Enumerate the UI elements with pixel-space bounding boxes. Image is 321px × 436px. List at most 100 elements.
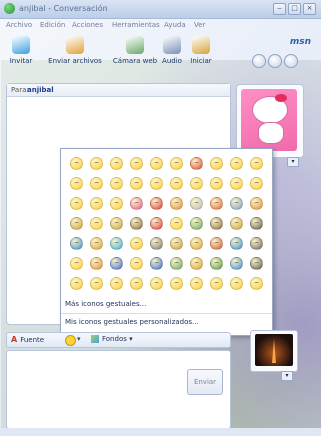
emoticon-icon[interactable]: [130, 157, 143, 170]
minimize-button[interactable]: ‒: [273, 3, 286, 15]
my-picture-dropdown[interactable]: ▾: [281, 371, 293, 381]
emoticon-icon[interactable]: [190, 157, 203, 170]
emoticon-icon[interactable]: [130, 197, 143, 210]
recipient-bar: Para: anjibal: [7, 84, 230, 97]
emoticon-icon[interactable]: [230, 217, 243, 230]
block-contact-icon[interactable]: [252, 54, 266, 68]
webcam-button[interactable]: Cámara web: [112, 36, 158, 65]
emoticon-icon[interactable]: [110, 197, 123, 210]
menu-item-acciones[interactable]: Acciones: [72, 21, 103, 29]
emoticon-icon[interactable]: [70, 197, 83, 210]
emoticon-icon[interactable]: [110, 217, 123, 230]
emoticon-icon[interactable]: [210, 177, 223, 190]
emoticon-icon[interactable]: [150, 237, 163, 250]
emoticon-icon[interactable]: [230, 237, 243, 250]
emoticon-icon[interactable]: [150, 177, 163, 190]
emoticon-icon[interactable]: [90, 217, 103, 230]
emoticon-icon[interactable]: [90, 257, 103, 270]
audio-button[interactable]: Audio: [160, 36, 184, 65]
emoticon-icon[interactable]: [250, 277, 263, 290]
emoticon-icon[interactable]: [90, 277, 103, 290]
emoticon-icon[interactable]: [210, 277, 223, 290]
settings-icon[interactable]: [284, 54, 298, 68]
emoticon-icon[interactable]: [90, 157, 103, 170]
send-files-button[interactable]: Enviar archivos: [46, 36, 104, 65]
start-button[interactable]: Iniciar: [188, 36, 214, 65]
font-button[interactable]: A Fuente: [11, 335, 44, 344]
contact-display-picture[interactable]: ▾: [236, 84, 304, 167]
emoticon-icon[interactable]: [250, 157, 263, 170]
emoticon-icon[interactable]: [250, 257, 263, 270]
emoticon-icon[interactable]: [210, 197, 223, 210]
emoticon-icon[interactable]: [190, 177, 203, 190]
emoticon-icon[interactable]: [130, 257, 143, 270]
emoticon-icon[interactable]: [170, 177, 183, 190]
emoticon-icon[interactable]: [70, 277, 83, 290]
menu-item-edicion[interactable]: Edición: [40, 21, 65, 29]
contact-picture-dropdown[interactable]: ▾: [287, 157, 299, 167]
emoticon-icon[interactable]: [70, 177, 83, 190]
my-display-picture[interactable]: ▾: [250, 330, 298, 381]
emoticon-icon[interactable]: [70, 217, 83, 230]
emoticon-icon[interactable]: [170, 157, 183, 170]
emoticon-icon[interactable]: [90, 177, 103, 190]
emoticon-icon[interactable]: [250, 177, 263, 190]
emoticon-icon[interactable]: [150, 157, 163, 170]
emoticon-icon[interactable]: [150, 257, 163, 270]
emoticon-icon[interactable]: [170, 197, 183, 210]
invite-button[interactable]: Invitar: [6, 36, 36, 65]
emoticon-icon[interactable]: [130, 217, 143, 230]
menu-item-ver[interactable]: Ver: [194, 21, 205, 29]
emoticon-icon[interactable]: [210, 257, 223, 270]
menu-item-herramientas[interactable]: Herramientas: [112, 21, 160, 29]
emoticon-icon[interactable]: [70, 157, 83, 170]
send-button[interactable]: Enviar: [187, 369, 223, 395]
emoticon-icon[interactable]: [230, 157, 243, 170]
emoticon-button[interactable]: [65, 335, 76, 346]
emoticon-icon[interactable]: [190, 277, 203, 290]
emoticon-icon[interactable]: [230, 277, 243, 290]
emoticon-icon[interactable]: [210, 217, 223, 230]
emoticon-icon[interactable]: [230, 177, 243, 190]
emoticon-icon[interactable]: [230, 257, 243, 270]
webcam-icon: [126, 36, 144, 54]
emoticon-icon[interactable]: [170, 257, 183, 270]
maximize-button[interactable]: □: [288, 3, 301, 15]
emoticon-icon[interactable]: [190, 217, 203, 230]
close-button[interactable]: ×: [303, 3, 316, 15]
emoticon-icon[interactable]: [110, 157, 123, 170]
emoticon-icon[interactable]: [70, 237, 83, 250]
emoticon-icon[interactable]: [230, 197, 243, 210]
emoticon-icon[interactable]: [150, 217, 163, 230]
emoticon-icon[interactable]: [130, 177, 143, 190]
emoticon-icon[interactable]: [130, 237, 143, 250]
emoticon-icon[interactable]: [170, 277, 183, 290]
menu-item-ayuda[interactable]: Ayuda: [164, 21, 186, 29]
emoticon-icon[interactable]: [90, 237, 103, 250]
emoticon-icon[interactable]: [250, 197, 263, 210]
emoticon-icon[interactable]: [110, 277, 123, 290]
menu-item-archivo[interactable]: Archivo: [6, 21, 32, 29]
emoticon-icon[interactable]: [170, 237, 183, 250]
emoticon-icon[interactable]: [130, 277, 143, 290]
emoticon-icon[interactable]: [70, 257, 83, 270]
emoticon-icon[interactable]: [190, 257, 203, 270]
emoticon-icon[interactable]: [150, 277, 163, 290]
emoticon-icon[interactable]: [110, 257, 123, 270]
emoticon-icon[interactable]: [210, 157, 223, 170]
emoticon-icon[interactable]: [90, 197, 103, 210]
more-emoticons-link[interactable]: Más iconos gestuales...: [65, 300, 146, 308]
contact-status-icon[interactable]: [268, 54, 282, 68]
emoticon-icon[interactable]: [210, 237, 223, 250]
emoticon-icon[interactable]: [150, 197, 163, 210]
backgrounds-button[interactable]: Fondos ▾: [91, 335, 133, 343]
emoticon-icon[interactable]: [110, 177, 123, 190]
emoticon-icon[interactable]: [190, 237, 203, 250]
emoticon-dropdown[interactable]: ▾: [77, 335, 81, 343]
emoticon-icon[interactable]: [250, 217, 263, 230]
emoticon-icon[interactable]: [250, 237, 263, 250]
emoticon-icon[interactable]: [170, 217, 183, 230]
emoticon-icon[interactable]: [190, 197, 203, 210]
custom-emoticons-link[interactable]: Mis iconos gestuales personalizados...: [65, 318, 199, 326]
emoticon-icon[interactable]: [110, 237, 123, 250]
